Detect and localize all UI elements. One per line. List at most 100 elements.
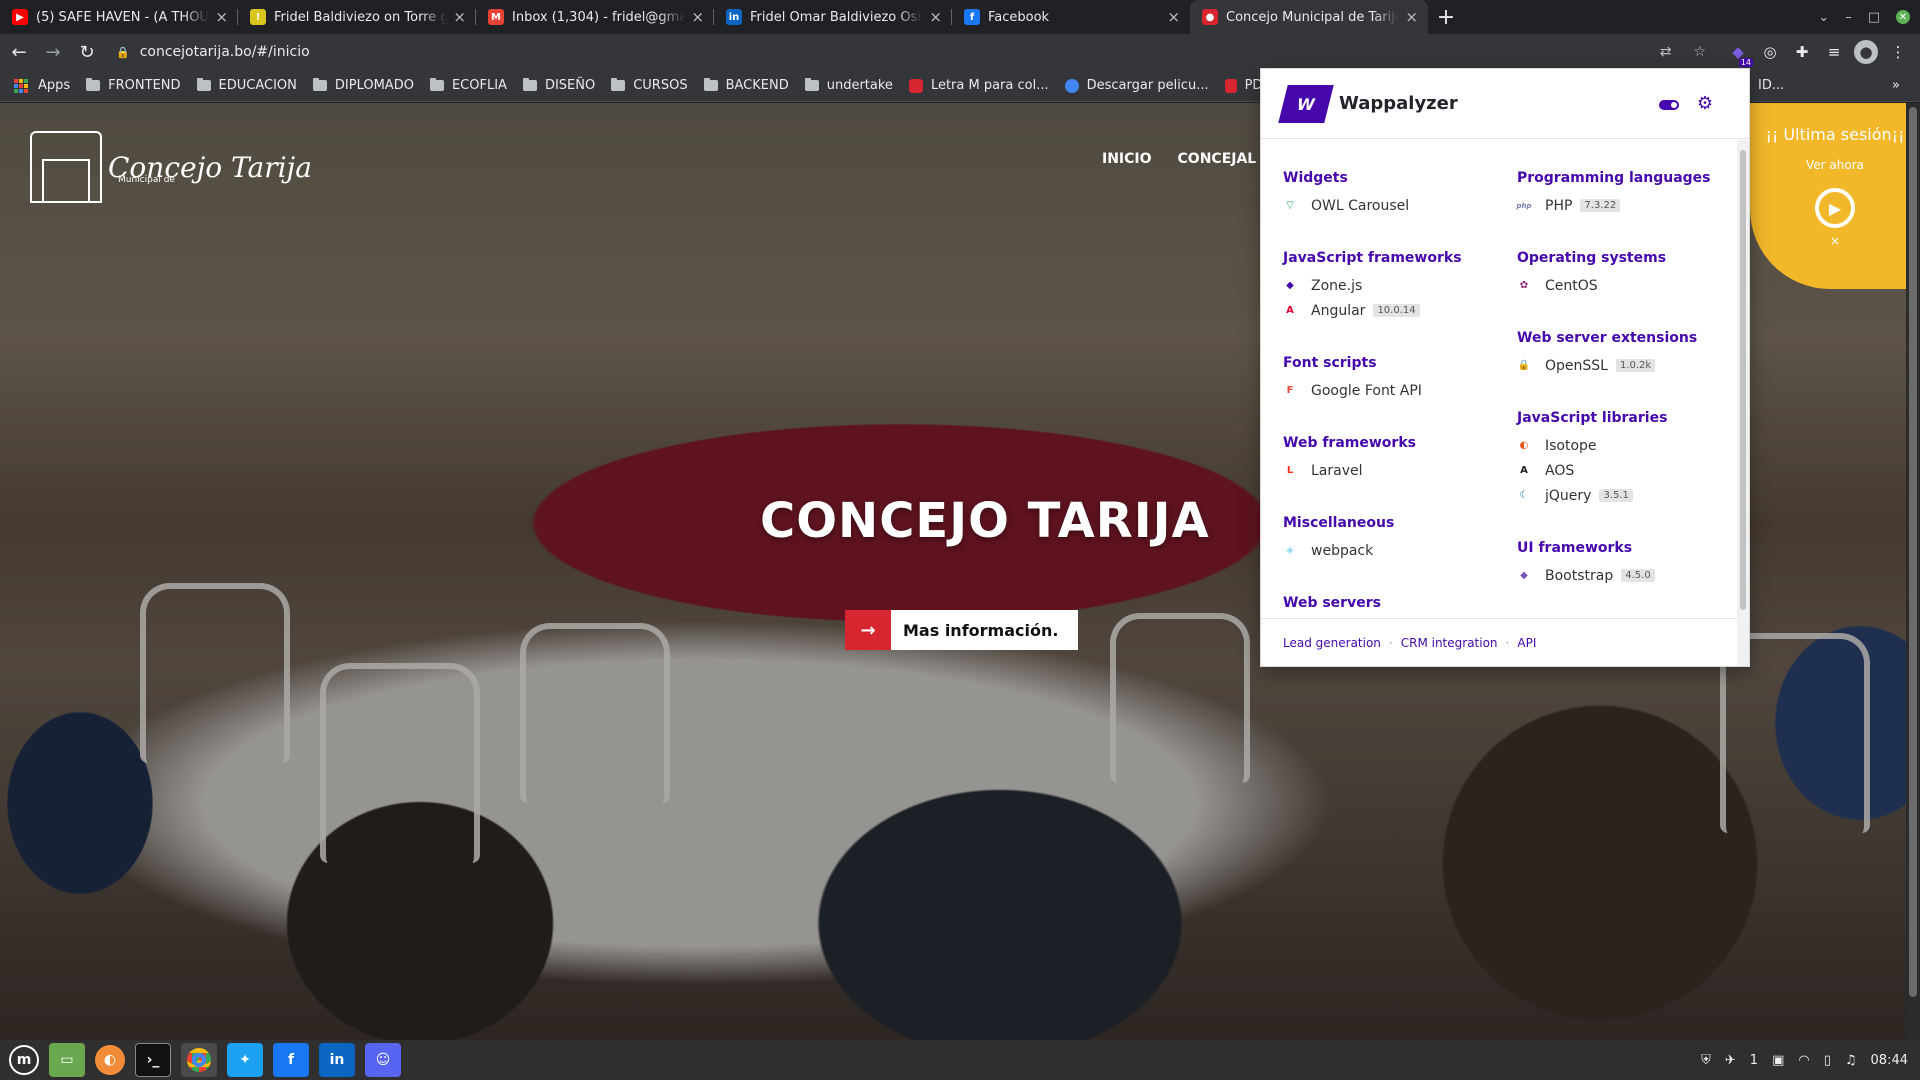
firefox-icon[interactable]: ◐ (95, 1045, 125, 1075)
bookmark-item[interactable]: Descargar pelicu... (1064, 78, 1209, 93)
tab-close-icon[interactable]: × (215, 8, 228, 26)
gear-icon[interactable]: ⚙ (1697, 93, 1713, 114)
category-title[interactable]: UI frameworks (1517, 540, 1739, 556)
translate-icon[interactable]: ⇄ (1660, 44, 1672, 60)
bookmark-item[interactable]: FRONTEND (86, 78, 181, 93)
bookmark-overflow-item[interactable]: ID... (1758, 78, 1784, 93)
tab-close-icon[interactable]: × (1167, 8, 1180, 26)
technology-item[interactable]: A Angular 10.0.14 (1283, 298, 1513, 323)
address-bar[interactable]: 🔒 concejotarija.bo/#/inicio ⇄ ☆ (104, 38, 1716, 66)
browser-tab[interactable]: M Inbox (1,304) - fridel@gmail.com × (476, 0, 714, 34)
category-title[interactable]: Operating systems (1517, 250, 1739, 266)
bookmark-apps[interactable]: Apps (14, 78, 70, 93)
technology-item[interactable]: ☾ jQuery 3.5.1 (1517, 483, 1739, 508)
technology-item[interactable]: F Google Font API (1283, 378, 1513, 403)
technology-item[interactable]: ▽ OWL Carousel (1283, 193, 1513, 218)
linkedin-icon[interactable]: in (319, 1043, 355, 1077)
extensions-puzzle-icon[interactable]: ✚ (1790, 40, 1814, 64)
battery-icon[interactable]: ▯ (1824, 1053, 1831, 1068)
bookmark-item[interactable]: Letra M para col... (908, 78, 1049, 93)
wappalyzer-right-column: Programming languages php PHP 7.3.22 Operati… (1517, 140, 1739, 588)
category-title[interactable]: Web frameworks (1283, 435, 1513, 451)
category-title[interactable]: JavaScript frameworks (1283, 250, 1513, 266)
maximize-button[interactable]: □ (1868, 10, 1880, 25)
category-title[interactable]: Miscellaneous (1283, 515, 1513, 531)
play-icon[interactable]: ▶ (1815, 188, 1855, 228)
media-queue-icon[interactable]: ≡ (1822, 40, 1846, 64)
more-info-button[interactable]: → Mas información. (845, 610, 1079, 650)
category-title[interactable]: Font scripts (1283, 355, 1513, 371)
bookmark-item[interactable]: BACKEND (703, 78, 789, 93)
bookmarks-more-button[interactable]: » (1892, 78, 1900, 93)
technology-item[interactable]: ✿ CentOS (1517, 273, 1739, 298)
clock[interactable]: 08:44 (1871, 1053, 1908, 1068)
technology-item[interactable]: ◈ webpack (1283, 538, 1513, 563)
technology-item[interactable]: L Laravel (1283, 458, 1513, 483)
category-title[interactable]: JavaScript libraries (1517, 410, 1739, 426)
profile-avatar[interactable]: ● (1854, 40, 1878, 64)
wifi-icon[interactable]: ◠ (1798, 1053, 1809, 1068)
footer-link[interactable]: Lead generation (1283, 636, 1381, 650)
site-nav-item[interactable]: INICIO (1102, 151, 1152, 167)
browser-tab[interactable]: ● Concejo Municipal de Tarija × (1190, 0, 1428, 34)
promo-close-icon[interactable]: × (1750, 234, 1920, 248)
footer-link[interactable]: CRM integration (1401, 636, 1498, 650)
wappalyzer-extension-icon[interactable]: ◆ 14 (1726, 40, 1753, 67)
reload-button[interactable]: ↻ (72, 42, 102, 63)
close-window-button[interactable]: ✕ (1896, 10, 1910, 24)
bookmark-item[interactable]: ECOFLIA (429, 78, 507, 93)
shield-icon[interactable]: ⛨ (1701, 1053, 1711, 1068)
twitter-icon[interactable]: ✦ (227, 1043, 263, 1077)
wappalyzer-scrollbar[interactable] (1737, 140, 1749, 666)
browser-tab[interactable]: ! Fridel Baldiviezo on Torre gem × (238, 0, 476, 34)
site-logo[interactable]: Concejo Tarija Municipal de (30, 131, 312, 203)
mint-menu-icon[interactable]: m (9, 1045, 39, 1075)
terminal-icon[interactable]: ›_ (135, 1043, 171, 1077)
technology-item[interactable]: ◆ Zone.js (1283, 273, 1513, 298)
bookmark-item[interactable]: CURSOS (611, 78, 688, 93)
category-title[interactable]: Programming languages (1517, 170, 1739, 186)
wappalyzer-toggle[interactable] (1659, 100, 1679, 110)
technology-item[interactable]: A AOS (1517, 458, 1739, 483)
bookmark-item[interactable]: DISEÑO (522, 78, 595, 93)
wappalyzer-footer: Lead generation · CRM integration · API (1261, 618, 1739, 666)
extension-target-icon[interactable]: ◎ (1758, 40, 1782, 64)
tab-close-icon[interactable]: × (691, 8, 704, 26)
bookmark-item[interactable]: undertake (804, 78, 893, 93)
chrome-icon[interactable] (181, 1043, 217, 1077)
lock-icon[interactable]: 🔒 (116, 46, 130, 59)
category-title[interactable]: Web server extensions (1517, 330, 1739, 346)
forward-button[interactable]: → (38, 42, 68, 63)
browser-menu-icon[interactable]: ⋮ (1886, 40, 1910, 64)
display-icon[interactable]: ▣ (1772, 1053, 1784, 1068)
browser-tab[interactable]: f Facebook × (952, 0, 1190, 34)
back-button[interactable]: ← (4, 42, 34, 63)
technology-item[interactable]: 🔒 OpenSSL 1.0.2k (1517, 353, 1739, 378)
browser-tab[interactable]: ▶ (5) SAFE HAVEN - (A THOUSAND × (0, 0, 238, 34)
category-title[interactable]: Web servers (1283, 595, 1513, 611)
technology-item[interactable]: php PHP 7.3.22 (1517, 193, 1739, 218)
tab-close-icon[interactable]: × (453, 8, 466, 26)
files-icon[interactable]: ▭ (49, 1043, 85, 1077)
bookmark-item[interactable]: EDUCACION (196, 78, 297, 93)
page-scrollbar[interactable] (1906, 103, 1920, 1040)
discord-icon[interactable]: ☺ (365, 1043, 401, 1077)
volume-icon[interactable]: ♫ (1845, 1053, 1857, 1068)
technology-item[interactable]: ◆ Bootstrap 4.5.0 (1517, 563, 1739, 588)
tab-search-icon[interactable]: ⌄ (1818, 10, 1829, 25)
live-session-banner[interactable]: ¡¡ Ultima sesión¡¡ Ver ahora ▶ × (1750, 103, 1920, 289)
minimize-button[interactable]: – (1845, 10, 1852, 25)
bookmark-item[interactable]: DIPLOMADO (312, 78, 414, 93)
tab-close-icon[interactable]: × (1405, 8, 1418, 26)
new-tab-button[interactable]: + (1428, 0, 1464, 34)
wappalyzer-scrollbar-thumb[interactable] (1740, 150, 1746, 610)
page-scrollbar-thumb[interactable] (1909, 107, 1917, 997)
bookmark-star-icon[interactable]: ☆ (1693, 44, 1706, 60)
notification-icon[interactable]: ✈ (1725, 1053, 1736, 1068)
footer-link[interactable]: API (1517, 636, 1536, 650)
facebook-icon[interactable]: f (273, 1043, 309, 1077)
technology-item[interactable]: ◐ Isotope (1517, 433, 1739, 458)
browser-tab[interactable]: in Fridel Omar Baldiviezo Osinaga × (714, 0, 952, 34)
tab-close-icon[interactable]: × (929, 8, 942, 26)
category-title[interactable]: Widgets (1283, 170, 1513, 186)
